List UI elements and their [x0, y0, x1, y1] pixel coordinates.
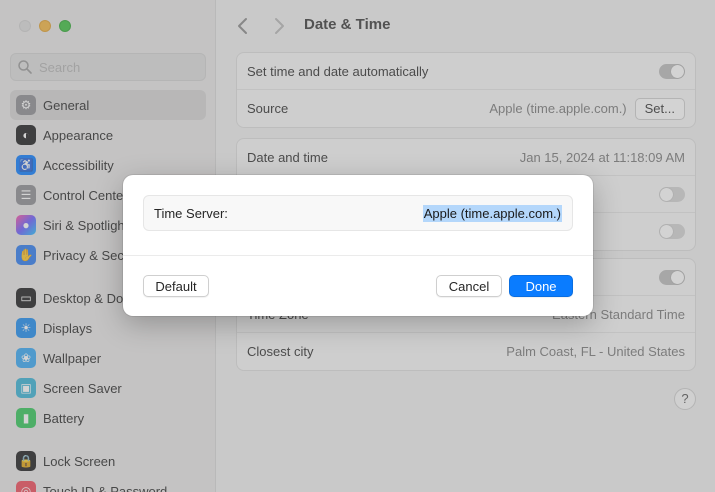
default-button[interactable]: Default — [143, 275, 209, 297]
time-server-label: Time Server: — [154, 205, 228, 221]
time-server-sheet: Time Server: Apple (time.apple.com.) Def… — [123, 175, 593, 316]
time-server-input[interactable]: Apple (time.apple.com.) — [422, 204, 562, 222]
system-settings-window: ⚙ General ◐ Appearance ♿ Accessibility ☰… — [0, 0, 715, 492]
time-server-field[interactable]: Time Server: Apple (time.apple.com.) — [143, 195, 573, 231]
done-button[interactable]: Done — [509, 275, 573, 297]
cancel-button[interactable]: Cancel — [436, 275, 502, 297]
sheet-divider — [123, 255, 593, 256]
